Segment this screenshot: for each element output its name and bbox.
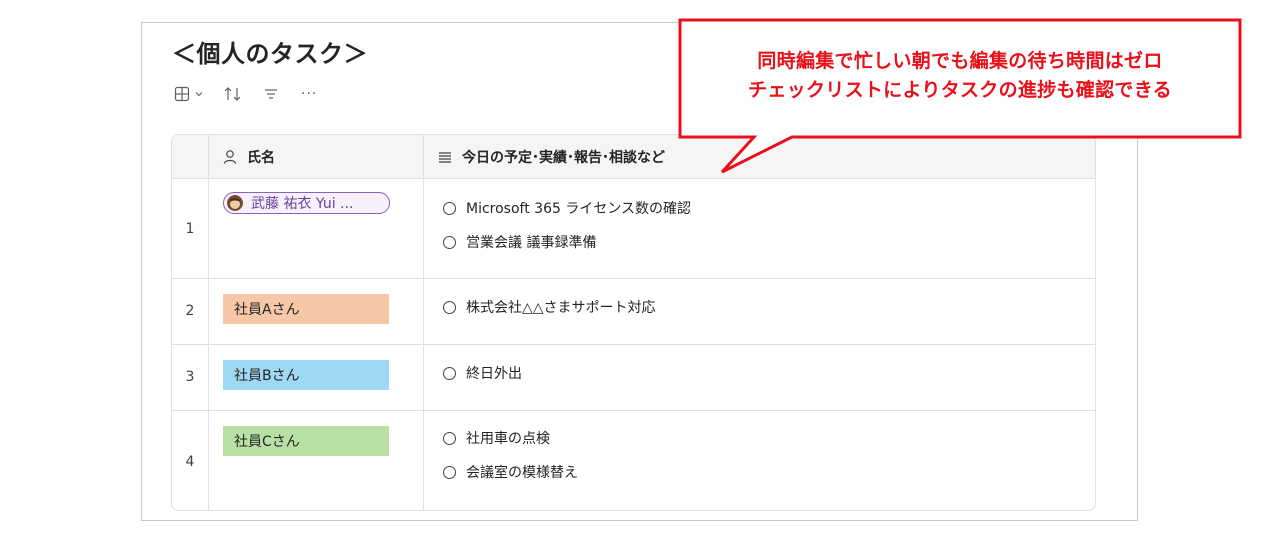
checkbox-circle-icon[interactable] bbox=[443, 300, 456, 314]
text-lines-icon bbox=[439, 152, 451, 163]
checklist-item[interactable]: 終日外出 bbox=[443, 363, 522, 383]
column-header-name[interactable]: 氏名 bbox=[222, 135, 275, 179]
checkbox-circle-icon[interactable] bbox=[443, 235, 456, 249]
checkbox-circle-icon[interactable] bbox=[443, 366, 456, 380]
view-switcher-button[interactable] bbox=[174, 86, 223, 102]
person-icon bbox=[223, 150, 237, 164]
checklist-item[interactable]: Microsoft 365 ライセンス数の確認 bbox=[443, 198, 691, 218]
row-number: 4 bbox=[185, 454, 195, 470]
avatar bbox=[227, 195, 243, 211]
task-text: 終日外出 bbox=[466, 366, 522, 382]
name-tag[interactable]: 社員Cさん bbox=[223, 426, 389, 456]
table-row[interactable]: 1 武藤 祐衣 Yui ... Microsoft 365 ライセンス数の確認 … bbox=[172, 179, 1095, 279]
row-number: 1 bbox=[185, 221, 195, 237]
grid-view-icon bbox=[174, 86, 190, 102]
name-tag[interactable]: 社員Aさん bbox=[223, 294, 389, 324]
task-text: 会議室の模様替え bbox=[466, 465, 578, 481]
person-name: 武藤 祐衣 Yui ... bbox=[251, 196, 354, 212]
column-header-label: 今日の予定･実績･報告･相談など bbox=[462, 150, 665, 166]
checkbox-circle-icon[interactable] bbox=[443, 465, 456, 479]
task-table: 氏名 今日の予定･実績･報告･相談など 1 武藤 祐衣 Yui ... Micr… bbox=[171, 134, 1096, 511]
column-header-notes[interactable]: 今日の予定･実績･報告･相談など bbox=[437, 135, 665, 179]
table-row[interactable]: 2 社員Aさん 株式会社△△さまサポート対応 bbox=[172, 279, 1095, 345]
table-header: 氏名 今日の予定･実績･報告･相談など bbox=[172, 135, 1095, 179]
sort-icon bbox=[224, 87, 241, 101]
toolbar: ··· bbox=[174, 84, 317, 104]
task-text: Microsoft 365 ライセンス数の確認 bbox=[466, 201, 692, 217]
person-chip[interactable]: 武藤 祐衣 Yui ... bbox=[223, 192, 390, 214]
more-options-button[interactable]: ··· bbox=[301, 86, 317, 102]
filter-icon bbox=[265, 89, 277, 99]
chevron-down-icon bbox=[195, 92, 203, 97]
checkbox-circle-icon[interactable] bbox=[443, 431, 456, 445]
task-text: 営業会議 議事録準備 bbox=[466, 235, 597, 251]
name-tag[interactable]: 社員Bさん bbox=[223, 360, 389, 390]
page-title: ＜個人のタスク＞ bbox=[172, 40, 368, 68]
checkbox-circle-icon[interactable] bbox=[443, 201, 456, 215]
table-row[interactable]: 3 社員Bさん 終日外出 bbox=[172, 345, 1095, 411]
table-row[interactable]: 4 社員Cさん 社用車の点検 会議室の模様替え bbox=[172, 411, 1095, 510]
callout-text: 同時編集で忙しい朝でも編集の待ち時間はゼロ チェックリストによりタスクの進捗も確… bbox=[685, 47, 1235, 105]
checklist-item[interactable]: 株式会社△△さまサポート対応 bbox=[443, 297, 656, 317]
callout-line: チェックリストによりタスクの進捗も確認できる bbox=[748, 79, 1172, 101]
task-text: 株式会社△△さまサポート対応 bbox=[466, 300, 656, 316]
checklist-item[interactable]: 営業会議 議事録準備 bbox=[443, 232, 691, 252]
checklist-item[interactable]: 会議室の模様替え bbox=[443, 462, 578, 482]
task-text: 社用車の点検 bbox=[466, 431, 550, 447]
column-header-label: 氏名 bbox=[247, 150, 275, 166]
row-number: 2 bbox=[185, 303, 195, 319]
filter-button[interactable] bbox=[263, 86, 279, 102]
callout-line: 同時編集で忙しい朝でも編集の待ち時間はゼロ bbox=[757, 50, 1163, 72]
checklist-item[interactable]: 社用車の点検 bbox=[443, 428, 578, 448]
row-number: 3 bbox=[185, 369, 195, 385]
sort-button[interactable] bbox=[223, 86, 243, 102]
